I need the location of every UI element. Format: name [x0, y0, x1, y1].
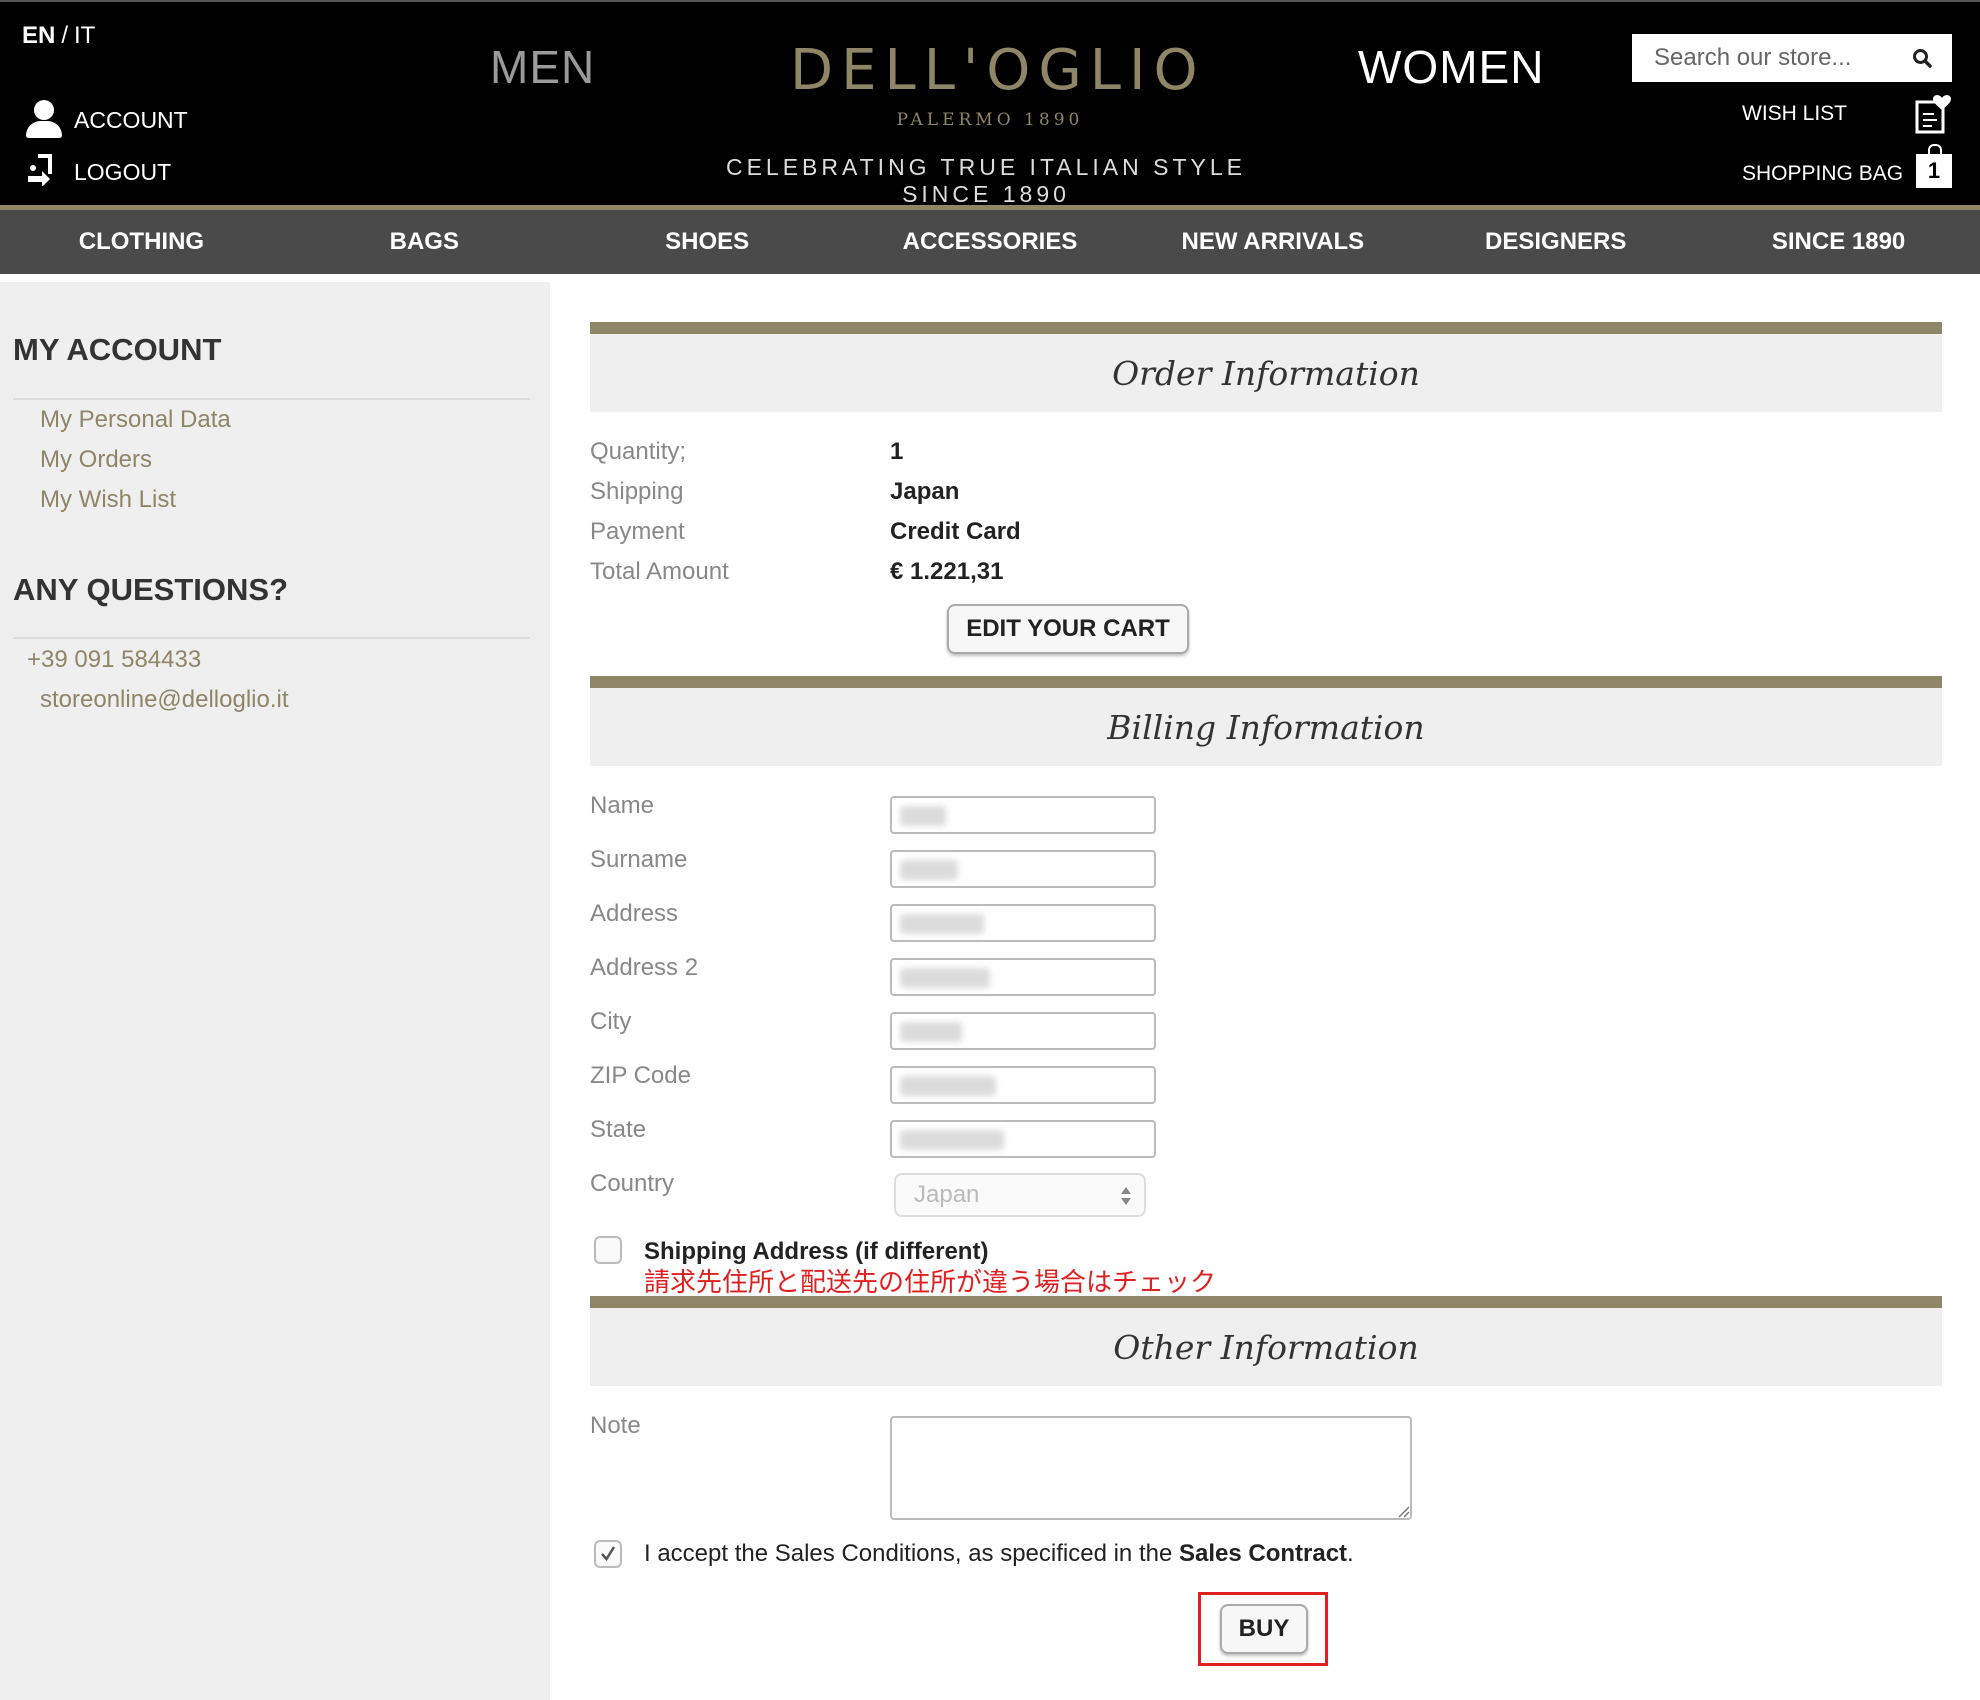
surname-label: Surname: [590, 846, 688, 873]
shipping-value: Japan: [890, 478, 960, 505]
lang-en[interactable]: EN: [22, 22, 55, 49]
account-label: ACCOUNT: [74, 106, 188, 133]
sales-contract-link[interactable]: Sales Contract: [1179, 1540, 1347, 1567]
surname-field[interactable]: [890, 850, 1156, 888]
logo-word: DELL'OGLIO: [790, 38, 1206, 103]
accept-text-end: .: [1347, 1540, 1354, 1567]
nav-women[interactable]: WOMEN: [1358, 40, 1544, 94]
lang-separator: /: [61, 22, 69, 49]
other-info-header: Other Information: [590, 1296, 1942, 1386]
billing-info-title: Billing Information: [1107, 707, 1425, 747]
resize-handle-icon[interactable]: [1396, 1504, 1410, 1518]
brand-tagline: CELEBRATING TRUE ITALIAN STYLE SINCE 189…: [725, 154, 1247, 207]
my-account-title: MY ACCOUNT: [13, 332, 222, 367]
address2-field[interactable]: [890, 958, 1156, 996]
account-link[interactable]: ACCOUNT: [24, 100, 188, 140]
country-select[interactable]: Japan: [894, 1173, 1146, 1217]
quantity-value: 1: [890, 438, 904, 465]
note-label: Note: [590, 1412, 641, 1439]
billing-info-header: Billing Information: [590, 676, 1942, 766]
contact-phone[interactable]: +39 091 584433: [27, 646, 201, 674]
language-switcher: EN / IT: [22, 22, 95, 50]
category-clothing[interactable]: CLOTHING: [0, 210, 283, 274]
category-nav: CLOTHING BAGS SHOES ACCESSORIES NEW ARRI…: [0, 210, 1980, 274]
total-amount-label: Total Amount: [590, 558, 729, 585]
category-designers[interactable]: DESIGNERS: [1414, 210, 1697, 274]
wish-list-icon[interactable]: [1914, 94, 1954, 136]
shopping-bag-link[interactable]: SHOPPING BAG: [1742, 162, 1903, 186]
questions-title: ANY QUESTIONS?: [13, 572, 289, 607]
logout-icon: [24, 152, 64, 192]
address-label: Address: [590, 900, 679, 927]
shipping-label: Shipping: [590, 478, 684, 505]
city-label: City: [590, 1008, 632, 1035]
edit-cart-button[interactable]: EDIT YOUR CART: [947, 604, 1189, 654]
user-icon: [24, 100, 64, 140]
lang-it[interactable]: IT: [74, 22, 95, 49]
order-info-header: Order Information: [590, 322, 1942, 412]
name-label: Name: [590, 792, 655, 819]
name-field[interactable]: [890, 796, 1156, 834]
select-arrows-icon: [1120, 1185, 1132, 1207]
other-info-title: Other Information: [1113, 1327, 1419, 1367]
logout-link[interactable]: LOGOUT: [24, 152, 171, 192]
category-since-1890[interactable]: SINCE 1890: [1697, 210, 1980, 274]
order-info-title: Order Information: [1112, 353, 1420, 393]
wish-list-link[interactable]: WISH LIST: [1742, 102, 1847, 126]
brand-logo[interactable]: DELL'OGLIO PALERMO 1890: [790, 38, 1206, 131]
category-shoes[interactable]: SHOES: [566, 210, 849, 274]
note-textarea[interactable]: [890, 1416, 1412, 1520]
total-amount-value: € 1.221,31: [890, 558, 1004, 585]
address2-label: Address 2: [590, 954, 699, 981]
search-box: [1632, 34, 1952, 82]
shipping-address-checkbox[interactable]: [594, 1236, 622, 1264]
account-sidebar: MY ACCOUNT My Personal Data My Orders My…: [0, 282, 550, 1700]
sidebar-divider: [13, 398, 530, 400]
accept-text: I accept the Sales Conditions, as specif…: [644, 1540, 1179, 1567]
sidebar-item-orders[interactable]: My Orders: [40, 446, 152, 474]
category-bags[interactable]: BAGS: [283, 210, 566, 274]
zip-code-field[interactable]: [890, 1066, 1156, 1104]
address-field[interactable]: [890, 904, 1156, 942]
search-input[interactable]: [1632, 35, 1902, 81]
zip-code-label: ZIP Code: [590, 1062, 691, 1089]
annotation-note: 請求先住所と配送先の住所が違う場合はチェック: [644, 1268, 1217, 1298]
logo-subtitle: PALERMO 1890: [896, 110, 1084, 130]
sidebar-item-wish-list[interactable]: My Wish List: [40, 486, 176, 514]
checkmark-icon: [601, 1546, 616, 1562]
buy-button[interactable]: BUY: [1220, 1604, 1308, 1654]
state-label: State: [590, 1116, 647, 1143]
city-field[interactable]: [890, 1012, 1156, 1050]
site-header: EN / IT ACCOUNT LOGOUT MEN DELL'OGLIO PALE…: [0, 0, 1980, 212]
nav-men[interactable]: MEN: [490, 40, 595, 94]
search-icon[interactable]: [1902, 35, 1942, 81]
payment-label: Payment: [590, 518, 685, 545]
logout-label: LOGOUT: [74, 158, 172, 185]
country-label: Country: [590, 1170, 675, 1197]
sidebar-divider: [13, 637, 530, 639]
country-select-value: Japan: [914, 1181, 980, 1208]
shopping-bag-count[interactable]: 1: [1916, 144, 1952, 188]
category-new-arrivals[interactable]: NEW ARRIVALS: [1131, 210, 1414, 274]
state-field[interactable]: [890, 1120, 1156, 1158]
payment-value: Credit Card: [890, 518, 1021, 545]
accept-conditions-text: I accept the Sales Conditions, as specif…: [644, 1540, 1354, 1568]
category-accessories[interactable]: ACCESSORIES: [849, 210, 1132, 274]
contact-email[interactable]: storeonline@delloglio.it: [40, 686, 289, 714]
accept-conditions-checkbox[interactable]: [594, 1540, 622, 1568]
sidebar-item-personal-data[interactable]: My Personal Data: [40, 406, 231, 434]
quantity-label: Quantity;: [590, 438, 687, 465]
